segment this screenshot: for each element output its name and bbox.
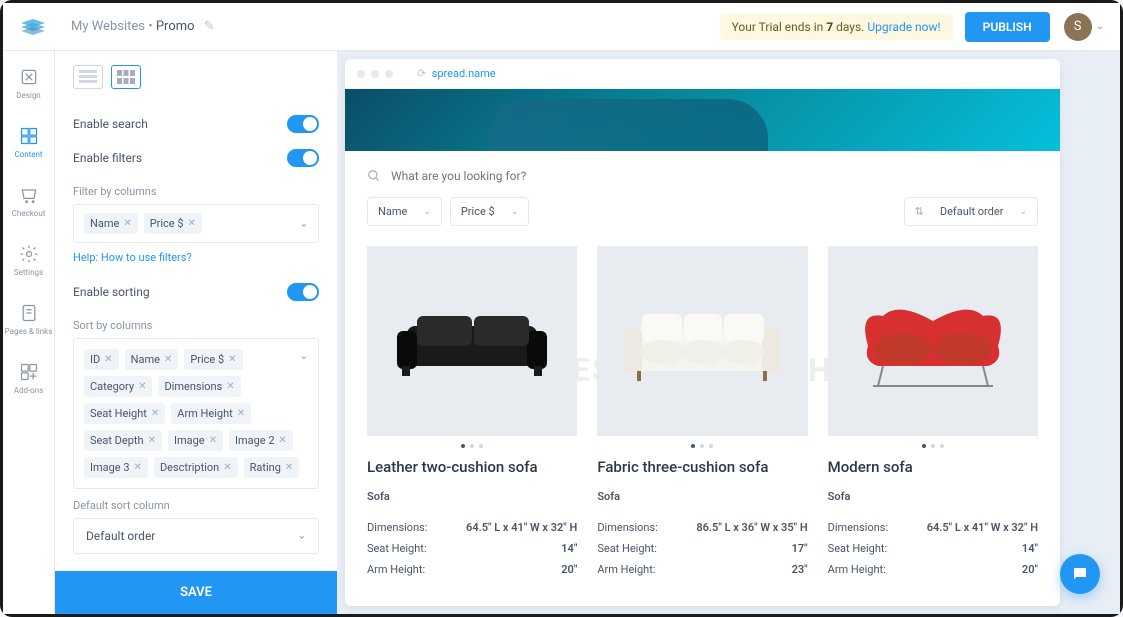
hero-image	[345, 89, 1060, 151]
logo[interactable]	[19, 17, 47, 37]
filter-columns-label: Filter by columns	[73, 185, 319, 198]
close-icon[interactable]: ✕	[237, 408, 245, 419]
product-category: Sofa	[367, 490, 577, 503]
close-icon[interactable]: ✕	[134, 462, 142, 473]
search-input[interactable]	[391, 169, 1038, 183]
product-category: Sofa	[597, 490, 807, 503]
enable-filters-label: Enable filters	[73, 151, 142, 165]
search-bar[interactable]	[367, 169, 1038, 183]
chevron-down-icon[interactable]: ⌄	[1096, 21, 1104, 32]
chevron-down-icon: ⌄	[300, 218, 308, 229]
sort-chip[interactable]: Dimensions✕	[158, 376, 240, 397]
product-image	[367, 246, 577, 436]
enable-search-label: Enable search	[73, 117, 148, 131]
enable-sorting-label: Enable sorting	[73, 285, 150, 299]
default-sort-label: Default sort column	[73, 499, 319, 512]
preview-filter-price[interactable]: Price $⌄	[450, 197, 529, 226]
preview-sort-order[interactable]: ⇅Default order⌄	[904, 197, 1038, 226]
publish-button[interactable]: PUBLISH	[965, 12, 1050, 42]
avatar[interactable]: S	[1064, 13, 1092, 41]
product-card[interactable]: Leather two-cushion sofa Sofa Dimensions…	[367, 246, 577, 580]
close-icon[interactable]: ✕	[223, 462, 231, 473]
close-icon[interactable]: ✕	[164, 354, 172, 365]
chat-button[interactable]	[1060, 554, 1100, 594]
product-category: Sofa	[828, 490, 1038, 503]
save-button[interactable]: SAVE	[55, 571, 337, 614]
enable-filters-toggle[interactable]	[287, 149, 319, 167]
browser-frame: ⟳ spread.name THESOFTWARE.SHOP Name⌄ Pri…	[345, 59, 1060, 606]
product-image	[828, 246, 1038, 436]
rail-addons[interactable]: Add-ons	[3, 358, 54, 399]
preview-area: ⟳ spread.name THESOFTWARE.SHOP Name⌄ Pri…	[337, 51, 1120, 614]
close-icon[interactable]: ✕	[138, 381, 146, 392]
sort-columns-label: Sort by columns	[73, 319, 319, 332]
layout-grid[interactable]	[111, 65, 141, 89]
close-icon[interactable]: ✕	[226, 381, 234, 392]
breadcrumb-current[interactable]: Promo	[156, 19, 195, 34]
sort-chip[interactable]: Desctription✕	[154, 457, 238, 478]
product-title: Fabric three-cushion sofa	[597, 458, 807, 476]
chevron-down-icon: ⌄	[298, 531, 306, 542]
filter-chip-price[interactable]: Price $✕	[144, 213, 202, 234]
breadcrumb: My Websites • Promo ✎	[71, 19, 720, 34]
sort-chip[interactable]: Image 2✕	[229, 430, 293, 451]
default-sort-select[interactable]: Default order⌄	[73, 518, 319, 554]
chevron-down-icon: ⌄	[300, 351, 308, 362]
sort-chip[interactable]: Seat Height✕	[84, 403, 165, 424]
filter-columns-select[interactable]: Name✕ Price $✕ ⌄	[73, 204, 319, 243]
top-bar: My Websites • Promo ✎ Your Trial ends in…	[3, 3, 1120, 51]
close-icon[interactable]: ✕	[104, 354, 112, 365]
rail-checkout[interactable]: Checkout	[3, 181, 54, 222]
sort-chip[interactable]: Arm Height✕	[171, 403, 251, 424]
close-icon[interactable]: ✕	[151, 408, 159, 419]
sidebar-rail: Design Content Checkout Settings Pages &…	[3, 51, 55, 614]
filter-chip-name[interactable]: Name✕	[84, 213, 138, 234]
sort-columns-select[interactable]: ID✕ Name✕ Price $✕ Category✕ Dimensions✕…	[73, 338, 319, 489]
product-title: Modern sofa	[828, 458, 1038, 476]
search-icon	[367, 169, 381, 183]
window-dot	[385, 70, 393, 78]
window-dot	[371, 70, 379, 78]
trial-badge: Your Trial ends in 7 days. Upgrade now!	[720, 14, 953, 40]
rail-pages[interactable]: Pages & links	[3, 299, 54, 340]
product-image	[597, 246, 807, 436]
close-icon[interactable]: ✕	[188, 218, 196, 229]
close-icon[interactable]: ✕	[228, 354, 236, 365]
product-card[interactable]: Fabric three-cushion sofa Sofa Dimension…	[597, 246, 807, 580]
sort-chip[interactable]: Seat Depth✕	[84, 430, 162, 451]
close-icon[interactable]: ✕	[279, 435, 287, 446]
browser-chrome: ⟳ spread.name	[345, 59, 1060, 89]
rail-content[interactable]: Content	[3, 122, 54, 163]
breadcrumb-root[interactable]: My Websites	[71, 19, 145, 34]
preview-filter-name[interactable]: Name⌄	[367, 197, 442, 226]
sort-chip[interactable]: Image✕	[168, 430, 223, 451]
sort-chip[interactable]: ID✕	[84, 349, 119, 370]
sort-chip[interactable]: Rating✕	[244, 457, 300, 478]
help-link[interactable]: Help: How to use filters?	[73, 251, 192, 264]
product-card[interactable]: Modern sofa Sofa Dimensions:64.5" L x 41…	[828, 246, 1038, 580]
config-panel: Enable search Enable filters Filter by c…	[55, 51, 337, 614]
close-icon[interactable]: ✕	[209, 435, 217, 446]
close-icon[interactable]: ✕	[123, 218, 131, 229]
upgrade-link[interactable]: Upgrade now!	[867, 20, 940, 34]
url-bar: ⟳ spread.name	[399, 67, 1048, 80]
edit-icon[interactable]: ✎	[204, 19, 215, 34]
enable-sorting-toggle[interactable]	[287, 283, 319, 301]
enable-search-toggle[interactable]	[287, 115, 319, 133]
sort-chip[interactable]: Name✕	[125, 349, 179, 370]
close-icon[interactable]: ✕	[148, 435, 156, 446]
close-icon[interactable]: ✕	[285, 462, 293, 473]
sort-chip[interactable]: Image 3✕	[84, 457, 148, 478]
sort-chip[interactable]: Category✕	[84, 376, 152, 397]
product-title: Leather two-cushion sofa	[367, 458, 577, 476]
sort-chip[interactable]: Price $✕	[184, 349, 242, 370]
rail-settings[interactable]: Settings	[3, 240, 54, 281]
window-dot	[357, 70, 365, 78]
rail-design[interactable]: Design	[3, 63, 54, 104]
layout-list[interactable]	[73, 65, 103, 89]
